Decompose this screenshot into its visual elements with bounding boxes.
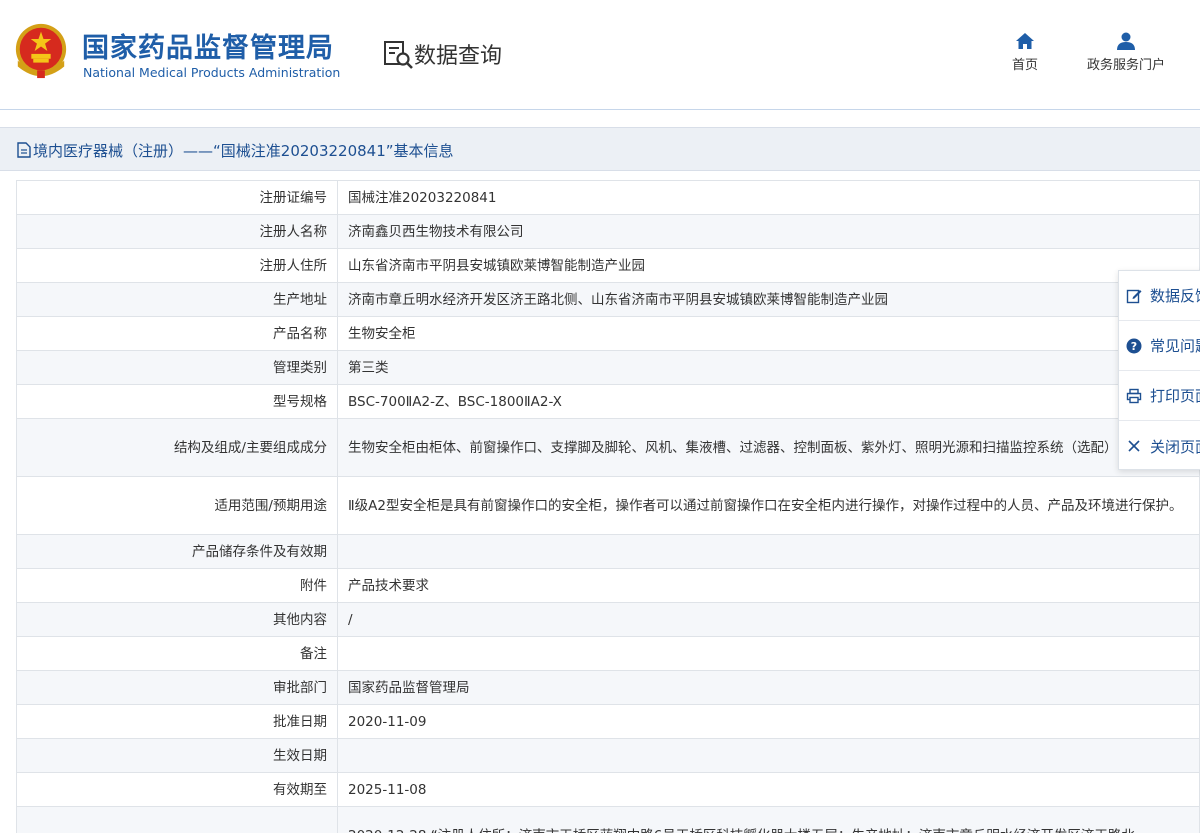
field-label: 型号规格: [16, 384, 338, 419]
table-row: 批准日期 2020-11-09: [16, 704, 1200, 739]
agency-name-cn: 国家药品监督管理局: [82, 33, 334, 64]
table-row: 附件 产品技术要求: [16, 568, 1200, 603]
table-row: 2020-12-28 “注册人住所：济南市天桥区蓝翔中路6号天桥区科技孵化器大楼…: [16, 806, 1200, 833]
field-label: 生产地址: [16, 282, 338, 317]
field-value: 产品技术要求: [337, 568, 1200, 603]
field-value: 生物安全柜由柜体、前窗操作口、支撑脚及脚轮、风机、集液槽、过滤器、控制面板、紫外…: [337, 418, 1200, 477]
print-page-button[interactable]: 打印页面: [1119, 371, 1200, 421]
field-value: 2020-12-28 “注册人住所：济南市天桥区蓝翔中路6号天桥区科技孵化器大楼…: [337, 806, 1200, 833]
data-feedback-label: 数据反馈: [1150, 287, 1200, 305]
printer-icon: [1126, 388, 1142, 403]
field-value: Ⅱ级A2型安全柜是具有前窗操作口的安全柜，操作者可以通过前窗操作口在安全柜内进行…: [337, 476, 1200, 535]
field-value: [337, 738, 1200, 773]
field-value: 山东省济南市平阴县安城镇欧莱博智能制造产业园: [337, 248, 1200, 283]
field-value: 济南鑫贝西生物技术有限公司: [337, 214, 1200, 249]
agency-name-en: National Medical Products Administration: [83, 65, 341, 80]
page-title: 境内医疗器械（注册）——“国械注准20203220841”基本信息: [33, 142, 454, 160]
field-value: /: [337, 602, 1200, 637]
registration-details-table: 注册证编号 国械注准20203220841 注册人名称 济南鑫贝西生物技术有限公…: [16, 180, 1200, 833]
field-label: 审批部门: [16, 670, 338, 705]
table-row: 生产地址 济南市章丘明水经济开发区济王路北侧、山东省济南市平阴县安城镇欧莱博智能…: [16, 282, 1200, 317]
field-label: 适用范围/预期用途: [16, 476, 338, 535]
field-label: 备注: [16, 636, 338, 671]
field-label: 管理类别: [16, 350, 338, 385]
field-label: 生效日期: [16, 738, 338, 773]
field-value: 2020-11-09: [337, 704, 1200, 739]
field-value: [337, 636, 1200, 671]
faq-button[interactable]: ? 常见问题: [1119, 321, 1200, 371]
print-page-label: 打印页面: [1150, 387, 1200, 405]
table-row: 有效期至 2025-11-08: [16, 772, 1200, 807]
field-label: 注册人名称: [16, 214, 338, 249]
change-record-text: 2020-12-28 “注册人住所：济南市天桥区蓝翔中路6号天桥区科技孵化器大楼…: [348, 825, 1189, 833]
table-row: 管理类别 第三类: [16, 350, 1200, 385]
home-icon: [1016, 33, 1034, 49]
document-icon: [17, 142, 31, 158]
field-value: 第三类: [337, 350, 1200, 385]
field-value: [337, 534, 1200, 569]
nav-home-label: 首页: [1011, 58, 1038, 73]
question-icon: ?: [1126, 338, 1142, 353]
field-value: 国家药品监督管理局: [337, 670, 1200, 705]
table-row: 备注: [16, 636, 1200, 671]
edit-icon: [1126, 289, 1142, 303]
field-label: 批准日期: [16, 704, 338, 739]
field-label: 产品名称: [16, 316, 338, 351]
table-row: 其他内容 /: [16, 602, 1200, 637]
field-value: 济南市章丘明水经济开发区济王路北侧、山东省济南市平阴县安城镇欧莱博智能制造产业园: [337, 282, 1200, 317]
field-value: 国械注准20203220841: [337, 180, 1200, 215]
close-icon: [1128, 440, 1140, 452]
table-row: 生效日期: [16, 738, 1200, 773]
close-page-label: 关闭页面: [1150, 437, 1200, 456]
table-row: 产品储存条件及有效期: [16, 534, 1200, 569]
field-label: 产品储存条件及有效期: [16, 534, 338, 569]
field-label: 注册人住所: [16, 248, 338, 283]
nav-home[interactable]: 首页: [1004, 32, 1046, 73]
field-label: 结构及组成/主要组成成分: [16, 418, 338, 477]
table-row: 结构及组成/主要组成成分 生物安全柜由柜体、前窗操作口、支撑脚及脚轮、风机、集液…: [16, 418, 1200, 477]
side-tools-panel: 数据反馈 ? 常见问题 打印页面 关闭页面: [1118, 270, 1200, 470]
svg-text:?: ?: [1131, 340, 1137, 353]
user-icon: [1117, 32, 1135, 50]
field-value: 2025-11-08: [337, 772, 1200, 807]
site-header: 国家药品监督管理局 National Medical Products Admi…: [0, 0, 1200, 110]
table-row: 适用范围/预期用途 Ⅱ级A2型安全柜是具有前窗操作口的安全柜，操作者可以通过前窗…: [16, 476, 1200, 535]
nav-service-portal[interactable]: 政务服务门户: [1076, 32, 1176, 73]
national-emblem-icon: [15, 23, 67, 79]
field-label: 其他内容: [16, 602, 338, 637]
table-row: 型号规格 BSC-700ⅡA2-Z、BSC-1800ⅡA2-X: [16, 384, 1200, 419]
field-value: 生物安全柜: [337, 316, 1200, 351]
page-title-bar: 境内医疗器械（注册）——“国械注准20203220841”基本信息: [0, 127, 1200, 171]
faq-label: 常见问题: [1150, 337, 1200, 355]
table-row: 产品名称 生物安全柜: [16, 316, 1200, 351]
table-row: 注册人名称 济南鑫贝西生物技术有限公司: [16, 214, 1200, 249]
nav-service-label: 政务服务门户: [1086, 58, 1165, 73]
data-query-title: 数据查询: [414, 44, 503, 69]
field-label: 有效期至: [16, 772, 338, 807]
data-query-icon: [384, 41, 413, 69]
field-label: 注册证编号: [16, 180, 338, 215]
table-row: 审批部门 国家药品监督管理局: [16, 670, 1200, 705]
field-label: [16, 806, 338, 833]
data-feedback-button[interactable]: 数据反馈: [1119, 271, 1200, 321]
table-row: 注册人住所 山东省济南市平阴县安城镇欧莱博智能制造产业园: [16, 248, 1200, 283]
close-page-button[interactable]: 关闭页面: [1119, 421, 1200, 471]
table-row: 注册证编号 国械注准20203220841: [16, 180, 1200, 215]
field-label: 附件: [16, 568, 338, 603]
field-value: BSC-700ⅡA2-Z、BSC-1800ⅡA2-X: [337, 384, 1200, 419]
